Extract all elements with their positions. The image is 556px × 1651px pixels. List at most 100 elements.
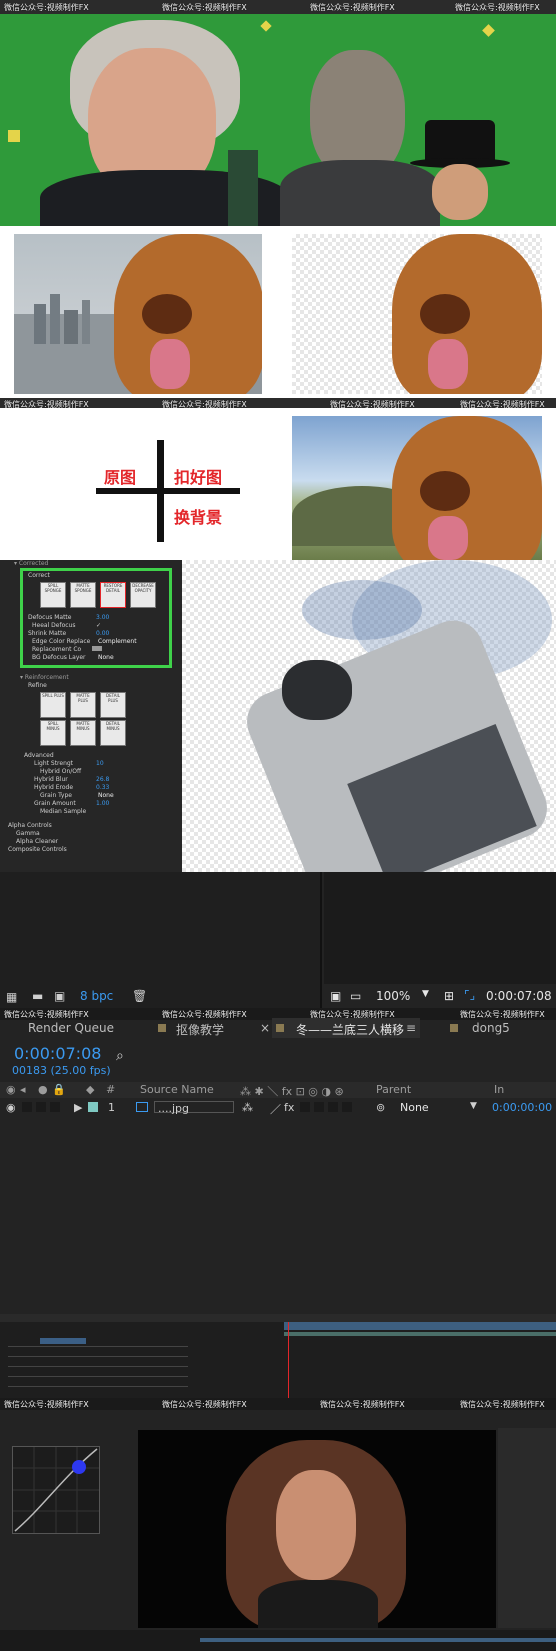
value-hybrid-blur[interactable]: 26.8 [96, 776, 109, 783]
layer-in-point[interactable]: 0:00:00:00 [492, 1101, 552, 1114]
solo-icon[interactable]: ● [38, 1083, 48, 1096]
section-advanced[interactable]: Advanced [24, 752, 54, 759]
watermark: 微信公众号:视频制作FX [455, 3, 540, 12]
tab-composition[interactable]: 冬——兰底三人横移 [296, 1021, 404, 1038]
tab-menu-icon[interactable]: ≡ [406, 1021, 416, 1035]
detail-minus-button[interactable]: DETAIL MINUS [100, 720, 126, 746]
value-bg-defocus-layer[interactable]: None [98, 654, 114, 661]
watermark: 微信公众号:视频制作FX [4, 400, 89, 408]
zoom-value[interactable]: 100% [376, 989, 410, 1003]
lock-icon[interactable]: 🔒 [52, 1083, 66, 1096]
close-icon[interactable]: × [260, 1021, 270, 1035]
row-heeal-defocus[interactable]: Heeal Defocus [32, 622, 75, 629]
expand-triangle-icon[interactable]: ▶ [74, 1101, 82, 1114]
row-defocus-matte[interactable]: Defocus Matte [28, 614, 71, 621]
row-replacement-color[interactable]: Replacement Co [32, 646, 81, 653]
label-tag-icon[interactable]: ◆ [86, 1083, 94, 1096]
eye-icon[interactable]: ◉ [6, 1101, 16, 1114]
col-in[interactable]: In [494, 1083, 504, 1096]
figure-tophat [410, 120, 520, 226]
tab-active[interactable]: 冬——兰底三人横移 ≡ [272, 1018, 420, 1038]
curves-graph[interactable] [12, 1446, 100, 1534]
interpret-footage-icon[interactable]: ▦ [6, 990, 17, 1004]
layer-row[interactable]: ◉ ▶ 1 ....jpg ⁂ ／ fx ⊚ None ▼ 0:00:00:00 [0, 1100, 556, 1116]
watermark: 微信公众号:视频制作FX [162, 1400, 247, 1409]
new-composition-icon[interactable]: ▣ [54, 989, 65, 1003]
row-hybrid-erode[interactable]: Hybrid Erode [34, 784, 73, 791]
spill-minus-button[interactable]: SPILL MINUS [40, 720, 66, 746]
new-folder-icon[interactable]: ▬ [32, 989, 43, 1003]
viewer-timecode[interactable]: 0:00:07:08 [486, 989, 552, 1003]
layer-name[interactable]: ....jpg [154, 1101, 234, 1115]
resolution-icon[interactable]: ⊞ [444, 989, 454, 1003]
row-hybrid-blur[interactable]: Hybrid Blur [34, 776, 68, 783]
section-alpha-cleaner[interactable]: Alpha Cleaner [16, 838, 58, 845]
tab-dong5[interactable]: dong5 [472, 1021, 510, 1035]
fx-switch-icon[interactable]: fx [284, 1101, 294, 1114]
value-shrink-matte[interactable]: 0.00 [96, 630, 109, 637]
col-source-name[interactable]: Source Name [140, 1083, 214, 1096]
matte-minus-button[interactable]: MATTE MINUS [70, 720, 96, 746]
value-grain-type[interactable]: None [98, 792, 114, 799]
audio-icon[interactable]: ◂ [20, 1083, 26, 1096]
row-grain-type[interactable]: Grain Type [40, 792, 72, 799]
monitor-icon[interactable]: ▭ [350, 989, 361, 1003]
panel-diagram: 原图 扣好图 换背景 [0, 408, 556, 560]
value-hybrid-erode[interactable]: 0.33 [96, 784, 109, 791]
row-hybrid-onoff[interactable]: Hybrid On/Off [40, 768, 81, 775]
spill-sponge-button[interactable]: SPILL SPONGE [40, 582, 66, 608]
row-shrink-matte[interactable]: Shrink Matte [28, 630, 66, 637]
section-gamma[interactable]: Gamma [16, 830, 40, 837]
tab-render-queue[interactable]: Render Queue [28, 1021, 114, 1035]
spill-plus-button[interactable]: SPILL PLUS [40, 692, 66, 718]
value-light-strength[interactable]: 10 [96, 760, 104, 767]
restore-detail-button[interactable]: RESTORE DETAIL [100, 582, 126, 608]
chevron-down-icon[interactable]: ▼ [470, 1101, 477, 1111]
eye-icon[interactable]: ◉ [6, 1083, 16, 1096]
value-grain-amount[interactable]: 1.00 [96, 800, 109, 807]
panel-keylight: ▾ Corrected Correct SPILL SPONGE MATTE S… [0, 560, 556, 872]
decrease-opacity-button[interactable]: DECREASE OPACITY [130, 582, 156, 608]
detail-plus-button[interactable]: DETAIL PLUS [100, 692, 126, 718]
always-preview-icon[interactable]: ▣ [330, 989, 341, 1003]
chevron-down-icon[interactable]: ▼ [422, 989, 429, 999]
col-parent[interactable]: Parent [376, 1083, 411, 1096]
value-defocus-matte[interactable]: 3.00 [96, 614, 109, 621]
section-refine[interactable]: Refine [28, 682, 47, 689]
section-composite-controls[interactable]: Composite Controls [8, 846, 67, 853]
row-light-strength[interactable]: Light Strengt [34, 760, 73, 767]
replacement-color-swatch[interactable] [92, 646, 102, 651]
label-original: 原图 [104, 468, 137, 487]
viewer-footer: ▣ ▭ 100% ▼ ⊞ ⌜⌟ 0:00:07:08 [324, 988, 556, 1008]
label-color-swatch[interactable] [88, 1102, 98, 1112]
bpc-toggle[interactable]: 8 bpc [80, 989, 113, 1003]
watermark: 微信公众号:视频制作FX [310, 3, 395, 12]
switches-icons: ⁂ ✱ ＼ fx ⊡ ◎ ◑ ⊛ [240, 1085, 344, 1098]
matte-plus-button[interactable]: MATTE PLUS [70, 692, 96, 718]
watermark: 微信公众号:视频制作FX [320, 1400, 405, 1409]
pickwhip-icon[interactable]: ⊚ [376, 1101, 385, 1114]
row-edge-color-replace[interactable]: Edge Color Replace [32, 638, 90, 645]
search-icon[interactable]: ⌕ [116, 1048, 124, 1064]
region-of-interest-icon[interactable]: ⌜⌟ [464, 988, 475, 1002]
section-correct[interactable]: Correct [28, 572, 50, 579]
row-bg-defocus-layer[interactable]: BG Defocus Layer [32, 654, 86, 661]
parent-value[interactable]: None [400, 1101, 429, 1114]
quality-switch-icon[interactable]: ／ [270, 1101, 281, 1117]
row-grain-amount[interactable]: Grain Amount [34, 800, 76, 807]
current-timecode[interactable]: 0:00:07:08 [14, 1044, 101, 1063]
section-alpha-controls[interactable]: Alpha Controls [8, 822, 52, 829]
matte-sponge-button[interactable]: MATTE SPONGE [70, 582, 96, 608]
composition-icon [158, 1024, 166, 1032]
delete-icon[interactable]: 🗑 [132, 989, 147, 1003]
curve-line[interactable] [13, 1447, 99, 1533]
composition-icon [276, 1024, 284, 1032]
value-edge-color-replace[interactable]: Complement [98, 638, 137, 645]
shy-switch-icon[interactable]: ⁂ [242, 1101, 253, 1114]
tab-tutorial[interactable]: 抠像教学 [176, 1021, 224, 1038]
row-median-sample[interactable]: Median Sample [40, 808, 86, 815]
composition-icon [450, 1024, 458, 1032]
dog-keyed [292, 234, 542, 394]
curve-control-point[interactable] [72, 1460, 86, 1474]
value-heeal-defocus[interactable]: ✓ [96, 622, 101, 629]
